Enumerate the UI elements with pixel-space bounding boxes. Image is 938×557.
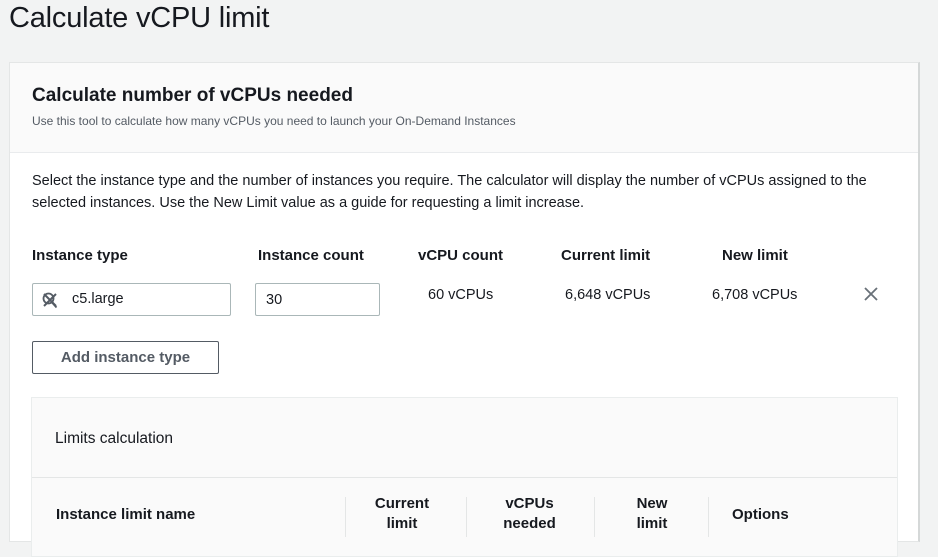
- vcpu-count-label: vCPU count: [418, 247, 504, 264]
- divider: [345, 497, 346, 537]
- new-limit-value: 6,708 vCPUs: [712, 287, 798, 303]
- card-subtitle: Use this tool to calculate how many vCPU…: [32, 114, 516, 128]
- header-instance-limit-name: Instance limit name: [56, 506, 196, 523]
- current-limit-label: Current limit: [561, 247, 651, 264]
- header-vcpus-needed: vCPUs needed: [503, 495, 556, 532]
- vcpu-calculator-card: Calculate number of vCPUs needed Use thi…: [9, 62, 920, 557]
- instance-type-value: c5.large: [72, 291, 124, 307]
- divider: [708, 497, 709, 537]
- header-current-limit: Current limit: [374, 495, 430, 532]
- divider: [32, 477, 897, 478]
- instance-count-label: Instance count: [258, 247, 364, 264]
- add-instance-type-button[interactable]: Add instance type: [32, 341, 219, 374]
- vcpu-count-value: 60 vCPUs: [428, 287, 494, 303]
- header-options: Options: [732, 506, 789, 523]
- instance-type-search[interactable]: c5.large: [32, 283, 231, 316]
- card-header: Calculate number of vCPUs needed Use thi…: [10, 63, 918, 153]
- instance-count-input[interactable]: [255, 283, 380, 316]
- limits-title: Limits calculation: [55, 430, 174, 447]
- header-new-limit: New limit: [636, 495, 668, 532]
- close-icon[interactable]: [42, 292, 58, 308]
- instance-type-label: Instance type: [32, 247, 128, 264]
- card-title: Calculate number of vCPUs needed: [32, 85, 353, 106]
- remove-row-close-icon[interactable]: [863, 286, 879, 302]
- current-limit-value: 6,648 vCPUs: [565, 287, 651, 303]
- divider: [594, 497, 595, 537]
- page-title: Calculate vCPU limit: [9, 2, 270, 34]
- description: Select the instance type and the number …: [32, 173, 867, 211]
- divider: [466, 497, 467, 537]
- limits-calculation-panel: Limits calculation Instance limit name C…: [31, 397, 898, 557]
- new-limit-label: New limit: [722, 247, 788, 264]
